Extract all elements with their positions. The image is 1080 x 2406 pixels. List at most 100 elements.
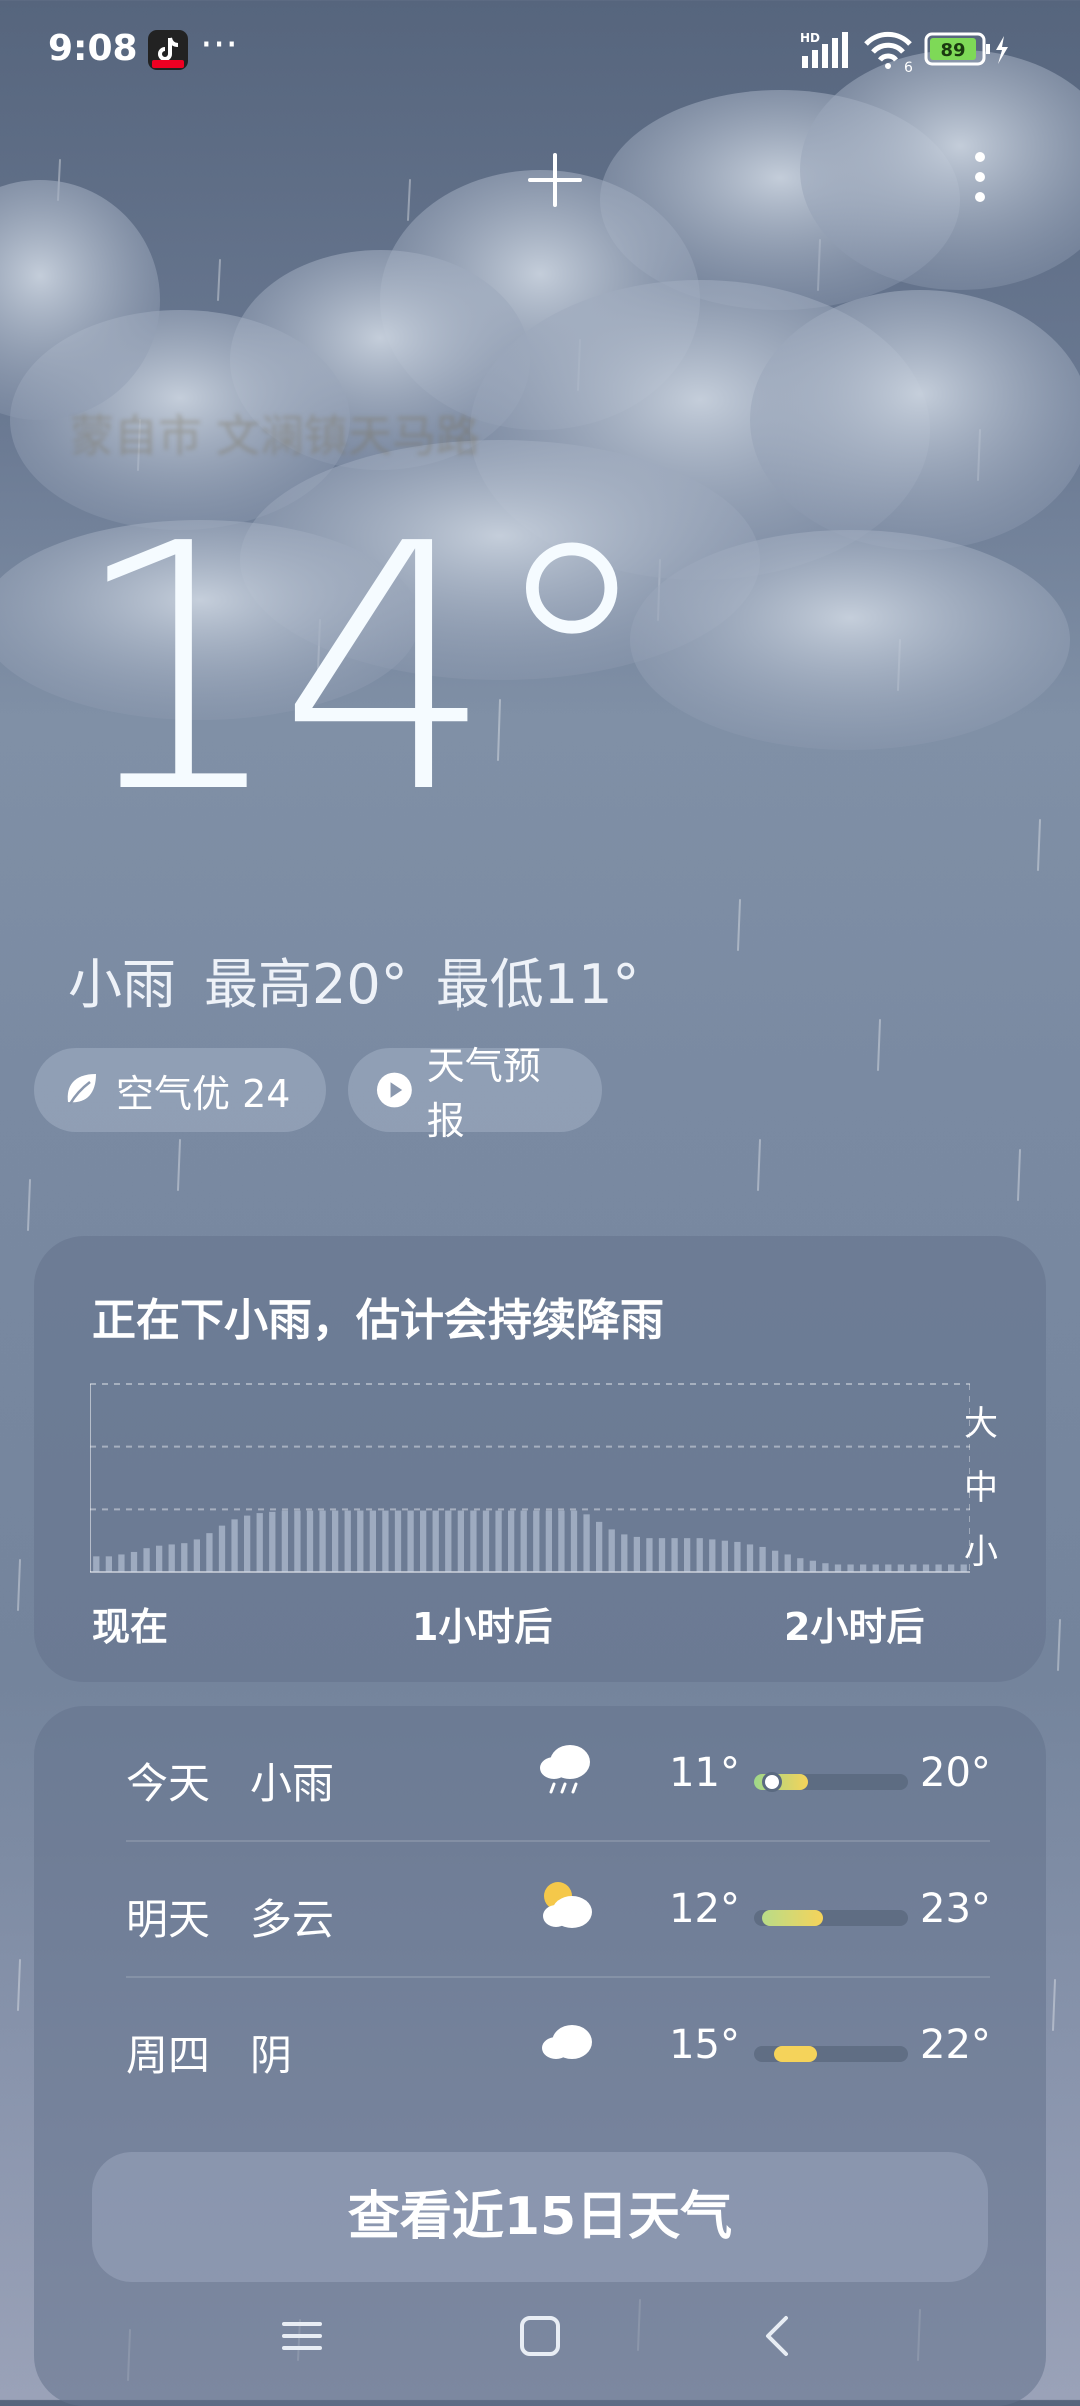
signal-icon: HD (800, 31, 848, 68)
rain-bar (206, 1533, 213, 1572)
rain-bar (570, 1510, 578, 1572)
rain-bar (759, 1546, 766, 1572)
rain-bar (319, 1510, 326, 1572)
rain-bar (772, 1550, 779, 1572)
precipitation-title: 正在下小雨，估计会持续降雨 (92, 1295, 664, 1346)
rain-bar (860, 1564, 867, 1572)
forecast-weather: 小雨 (250, 1759, 335, 1808)
rain-bar (394, 1510, 402, 1572)
rain-bar (684, 1538, 691, 1572)
more-options-button[interactable] (955, 142, 1005, 212)
rain-bar (520, 1510, 527, 1572)
view-15-day-button[interactable]: 查看近15日天气 (92, 2152, 988, 2282)
temperature-range-fill (774, 2046, 818, 2062)
overcast-icon (542, 2025, 592, 2059)
rain-bar (118, 1554, 125, 1572)
more-notifications-icon: ··· (200, 22, 239, 68)
battery-level: 89 (940, 40, 965, 61)
rain-bar (332, 1510, 339, 1572)
x-label-2h: 2小时后 (784, 1605, 925, 1649)
rain-bar (608, 1529, 615, 1572)
forecast-low: 11° (669, 1750, 740, 1796)
rain-bar (922, 1564, 930, 1572)
rain-bar (181, 1543, 188, 1572)
current-condition: 小雨 (68, 953, 176, 1016)
rain-bar (193, 1539, 200, 1572)
level-moderate: 中 (964, 1468, 998, 1508)
temperature-range-bar (754, 2046, 908, 2062)
play-icon (376, 1072, 412, 1108)
light-rain-icon (540, 1745, 590, 1794)
navigation-bar (0, 2270, 1080, 2400)
forecast-day: 明天 (126, 1895, 211, 1944)
precipitation-card: 正在下小雨，估计会持续降雨 大 中 小 现在 1小时后 2小时后 (34, 1236, 1046, 1682)
network-label: HD (800, 31, 820, 45)
tiktok-notification-icon (148, 30, 188, 70)
rain-bar (596, 1521, 603, 1572)
home-nav-icon[interactable] (510, 2306, 570, 2366)
today-low: 最低11° (435, 953, 640, 1016)
forecast-day: 今天 (126, 1759, 211, 1808)
rain-bar (910, 1564, 917, 1572)
rain-bar (269, 1511, 276, 1572)
rain-bar (671, 1538, 678, 1572)
air-quality-label: 空气优 24 (116, 1071, 291, 1116)
rain-bar (457, 1510, 464, 1572)
rain-bar (797, 1558, 804, 1572)
x-label-1h: 1小时后 (412, 1605, 553, 1649)
forecast-row-thursday[interactable]: 周四 阴 15° 22° (92, 1978, 1024, 2114)
charging-icon (996, 36, 1008, 64)
current-condition-line: 小雨 最高20° 最低11° (68, 940, 667, 1019)
rain-bar (646, 1538, 653, 1572)
forecast-high: 22° (920, 2022, 991, 2068)
rain-bar (633, 1536, 640, 1572)
rain-bar (822, 1563, 829, 1572)
forecast-row-today[interactable]: 今天 小雨 11° 20° (92, 1706, 1024, 1842)
rain-bar (935, 1564, 942, 1572)
rain-bar (721, 1540, 728, 1572)
back-nav-icon[interactable] (748, 2306, 808, 2366)
temperature-range-bar (754, 1910, 908, 1926)
rain-bar (130, 1551, 138, 1572)
temperature-range-bar (754, 1772, 908, 1792)
rain-bar (583, 1514, 590, 1572)
weather-forecast-chip[interactable]: 天气预报 (348, 1044, 602, 1143)
rain-bar (156, 1545, 163, 1572)
rain-bar (143, 1548, 150, 1572)
status-time: 9:08 (48, 28, 138, 69)
location-name: 蒙自市 文澜镇天马路 (70, 411, 480, 462)
rain-bar (834, 1564, 842, 1572)
rain-bar (420, 1510, 427, 1572)
precipitation-chart (90, 1383, 970, 1573)
rain-bar (244, 1515, 251, 1572)
rain-bar (809, 1560, 816, 1572)
status-bar: 9:08 ··· HD 6 89 (0, 0, 1080, 100)
rain-bar (784, 1554, 791, 1572)
rain-bar (482, 1510, 490, 1572)
rain-bar (709, 1539, 716, 1572)
rain-bar (357, 1510, 364, 1572)
battery-icon: 89 (924, 32, 1008, 66)
rain-bar (382, 1510, 389, 1572)
rain-bar (231, 1519, 238, 1572)
forecast-day: 周四 (126, 2031, 211, 2080)
rain-bar (885, 1564, 892, 1572)
rain-bar (533, 1510, 540, 1572)
rain-bar (746, 1544, 754, 1572)
rain-bar (445, 1510, 452, 1572)
forecast-row-tomorrow[interactable]: 明天 多云 12° 23° (92, 1842, 1024, 1978)
rain-bar (847, 1564, 854, 1572)
level-light: 小 (964, 1532, 998, 1572)
weather-forecast-label: 天气预报 (426, 1044, 541, 1143)
rain-bar (696, 1538, 703, 1572)
wifi-icon: 6 (864, 31, 913, 72)
rain-bar (545, 1510, 552, 1572)
air-quality-chip[interactable]: 空气优 24 (34, 1048, 326, 1132)
forecast-high: 20° (920, 1750, 991, 1796)
rain-bar (658, 1538, 666, 1572)
menu-nav-icon[interactable] (272, 2306, 332, 2366)
rain-bar (495, 1510, 502, 1572)
partly-cloudy-icon (543, 1882, 592, 1928)
add-city-button[interactable] (520, 145, 590, 215)
status-icons: HD 6 89 (800, 30, 1020, 72)
